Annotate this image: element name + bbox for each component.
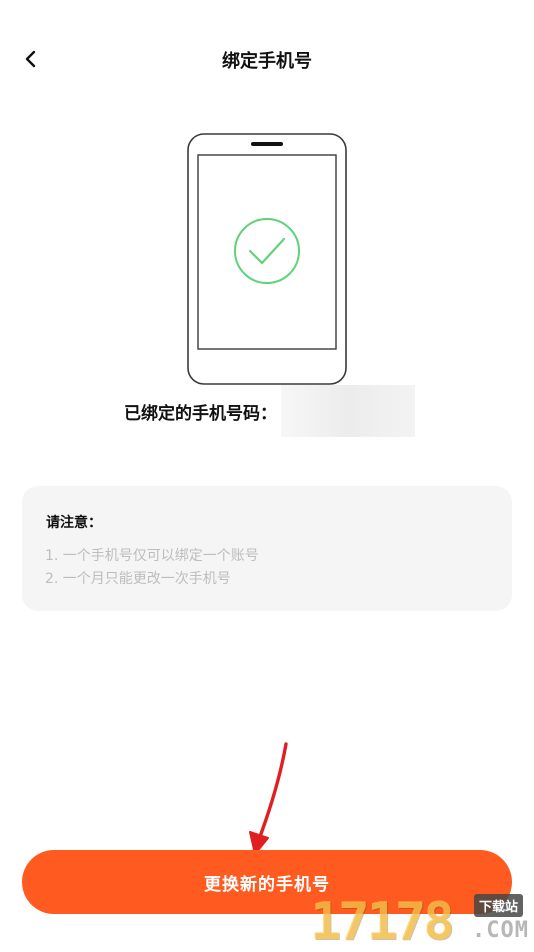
notice-card: 请注意： 1. 一个手机号仅可以绑定一个账号 2. 一个月只能更改一次手机号 <box>22 486 512 611</box>
phone-check-icon <box>187 133 347 385</box>
page-title: 绑定手机号 <box>222 51 312 72</box>
notice-item: 2. 一个月只能更改一次手机号 <box>45 571 231 587</box>
header: 绑定手机号 <box>0 0 534 120</box>
notice-item: 1. 一个手机号仅可以绑定一个账号 <box>45 548 259 564</box>
annotation-arrow-icon <box>249 742 288 855</box>
bound-phone-row: 已绑定的手机号码： <box>124 385 415 437</box>
notice-title: 请注意： <box>46 515 102 531</box>
bound-phone-value <box>281 385 415 437</box>
bound-phone-label: 已绑定的手机号码： <box>124 403 277 424</box>
watermark-domain: .COM <box>472 918 529 943</box>
change-phone-button[interactable]: 更换新的手机号 <box>22 850 512 914</box>
